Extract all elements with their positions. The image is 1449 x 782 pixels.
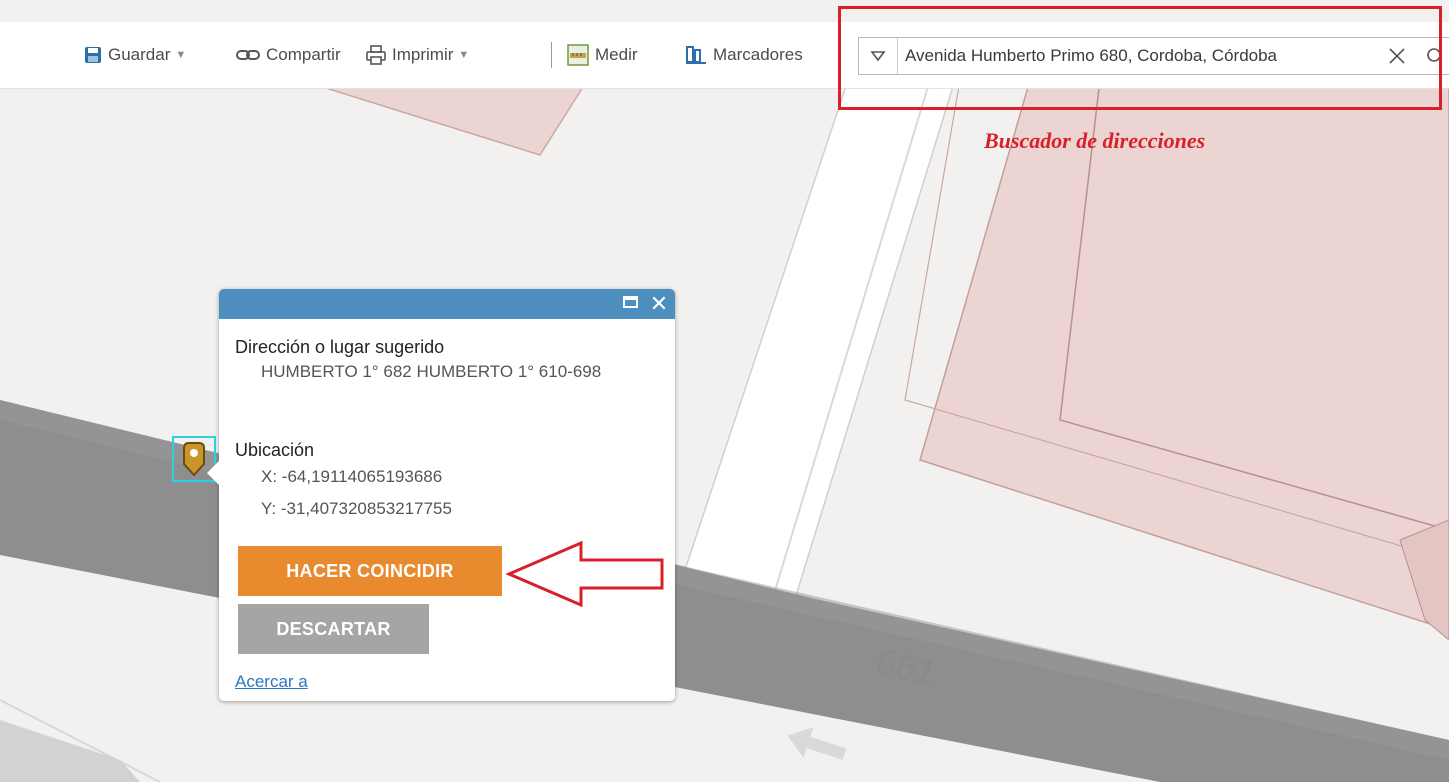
- print-icon: [366, 45, 386, 65]
- share-button[interactable]: Compartir: [236, 22, 341, 88]
- pin-marker-icon[interactable]: [182, 442, 206, 476]
- close-icon[interactable]: ✕: [649, 289, 669, 319]
- bookmarks-button[interactable]: Marcadores: [685, 22, 803, 88]
- popup-pointer: [207, 461, 219, 485]
- discard-button[interactable]: DESCARTAR: [238, 604, 429, 654]
- chevron-down-icon: ▼: [458, 49, 470, 61]
- popup-header: ✕: [219, 289, 675, 319]
- map-canvas[interactable]: 661: [0, 0, 1449, 782]
- location-title: Ubicación: [235, 440, 315, 460]
- share-label: Compartir: [266, 45, 341, 64]
- print-label: Imprimir: [392, 45, 454, 64]
- zoom-to-link[interactable]: Acercar a: [235, 672, 308, 692]
- toolbar-divider: [551, 42, 552, 68]
- address-value: HUMBERTO 1° 682 HUMBERTO 1° 610-698: [261, 362, 602, 381]
- bookmarks-icon: [686, 46, 706, 64]
- search-annotation-label: Buscador de direcciones: [984, 128, 1206, 153]
- save-icon: [85, 47, 101, 63]
- maximize-icon[interactable]: [623, 296, 638, 308]
- measure-icon: [567, 44, 589, 66]
- print-button[interactable]: Imprimir ▼: [366, 22, 469, 88]
- chevron-down-icon: ▼: [175, 49, 187, 61]
- y-coordinate: Y: -31,407320853217755: [261, 499, 452, 518]
- address-title: Dirección o lugar sugerido: [235, 337, 445, 357]
- save-button[interactable]: Guardar ▼: [84, 22, 186, 88]
- annotation-arrow: [505, 540, 664, 608]
- match-button[interactable]: HACER COINCIDIR: [238, 546, 502, 596]
- x-coordinate: X: -64,19114065193686: [261, 467, 443, 486]
- save-label: Guardar: [108, 45, 171, 64]
- bookmarks-label: Marcadores: [713, 45, 803, 64]
- measure-button[interactable]: Medir: [567, 22, 638, 88]
- search-highlight-box: [838, 6, 1442, 110]
- measure-label: Medir: [595, 45, 638, 64]
- share-icon: [236, 50, 260, 60]
- geocode-popup: ✕ Dirección o lugar sugerido HUMBERTO 1°…: [207, 289, 675, 701]
